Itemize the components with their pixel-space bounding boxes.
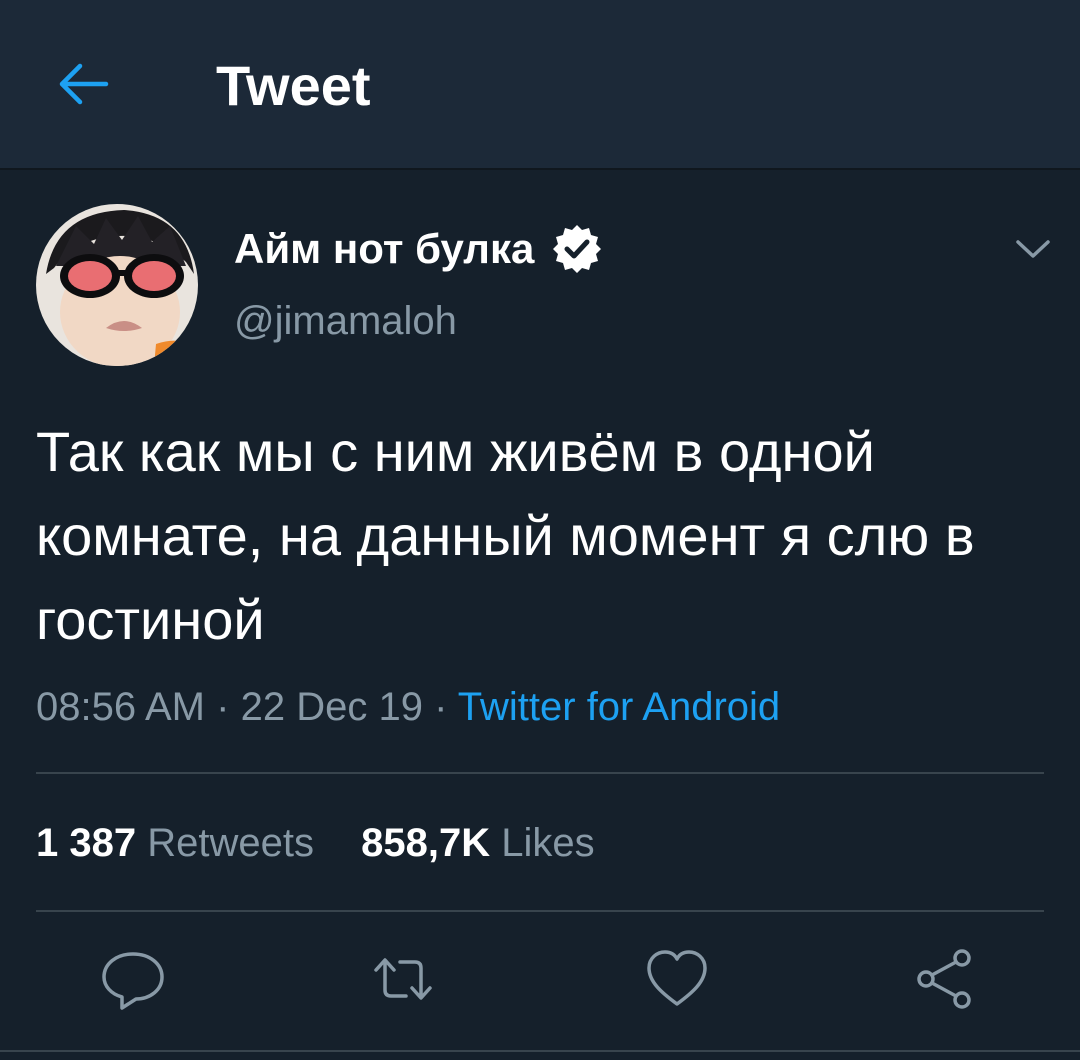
tweet-time: 08:56 AM [36,685,206,729]
meta-separator: · [216,685,230,729]
arrow-left-icon[interactable] [52,52,116,116]
verified-badge-icon [553,225,601,273]
likes-stat[interactable]: 858,7K Likes [361,818,595,868]
divider [36,772,1044,774]
tweet-text: Так как мы с ним живём в одной комнате, … [36,420,975,651]
likes-label: Likes [501,821,595,865]
tweet-source-link[interactable]: Twitter for Android [458,685,780,729]
retweets-stat[interactable]: 1 387 Retweets [36,818,314,868]
tweet-date: 22 Dec 19 [240,685,423,729]
page-title: Tweet [216,54,371,117]
reply-icon[interactable] [100,946,166,1012]
avatar[interactable] [36,204,198,366]
tweet-meta: 08:56 AM · 22 Dec 19 · Twitter for Andro… [36,682,780,732]
share-icon[interactable] [912,946,978,1012]
author-name[interactable]: Айм нот булка [234,224,534,274]
divider [0,1050,1080,1052]
retweets-count: 1 387 [36,821,137,865]
like-icon[interactable] [644,946,710,1012]
divider [36,910,1044,912]
avatar-image [36,204,198,366]
chevron-down-icon[interactable] [1010,226,1056,272]
retweets-label: Retweets [147,821,314,865]
top-app-bar: Tweet [0,0,1080,170]
likes-count: 858,7K [361,821,491,865]
retweet-icon[interactable] [370,946,436,1012]
meta-separator: · [434,685,448,729]
author-handle[interactable]: @jimamaloh [234,296,457,346]
tweet-stats: 1 387 Retweets 858,7K Likes [36,818,595,868]
